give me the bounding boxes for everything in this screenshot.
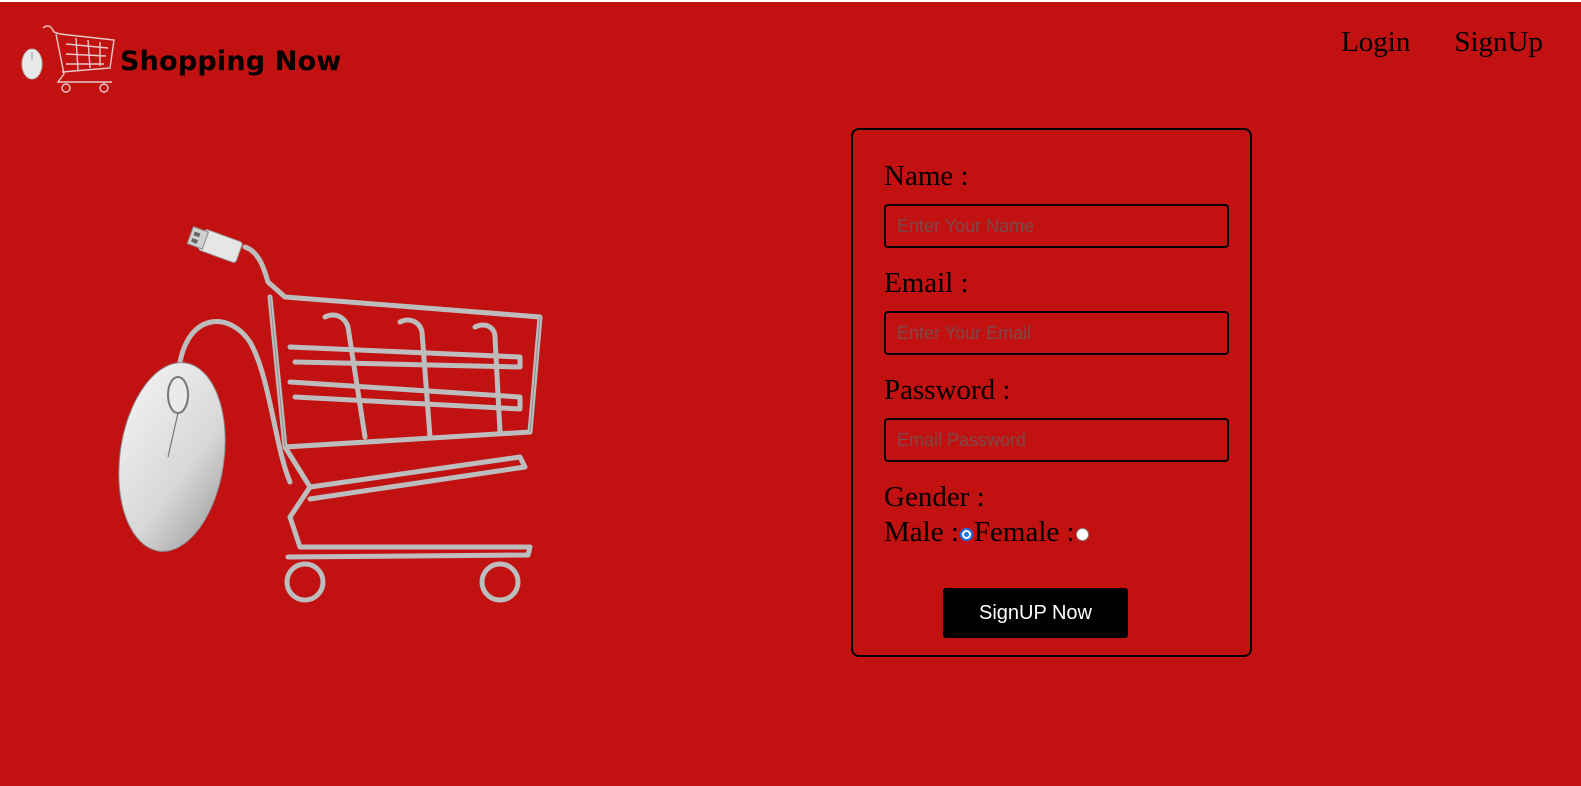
gender-options: Male : Female : (884, 516, 1090, 549)
name-input[interactable] (884, 204, 1229, 248)
email-input[interactable] (884, 311, 1229, 355)
cart-mouse-logo-icon (21, 25, 115, 93)
female-label: Female : (973, 516, 1075, 548)
name-label: Name : (884, 160, 969, 192)
female-radio[interactable] (1075, 528, 1089, 541)
email-label: Email : (884, 267, 969, 299)
male-label: Male : (884, 516, 959, 548)
nav-login-link[interactable]: Login (1341, 26, 1410, 59)
top-nav: Login SignUp (1341, 26, 1543, 59)
signup-page: Shopping Now Login SignUp Name: Enter Y… (0, 0, 1581, 786)
signup-form: Name : Email : Password : Gender : Male … (851, 128, 1252, 657)
nav-signup-link[interactable]: SignUp (1454, 26, 1543, 59)
signup-submit-button[interactable]: SignUP Now (943, 588, 1128, 638)
password-label: Password : (884, 374, 1011, 406)
password-input[interactable] (884, 418, 1229, 462)
male-radio[interactable] (959, 528, 973, 541)
brand-name: Shopping Now (120, 46, 342, 77)
cart-mouse-illustration (118, 226, 543, 603)
gender-label: Gender : (884, 481, 985, 513)
